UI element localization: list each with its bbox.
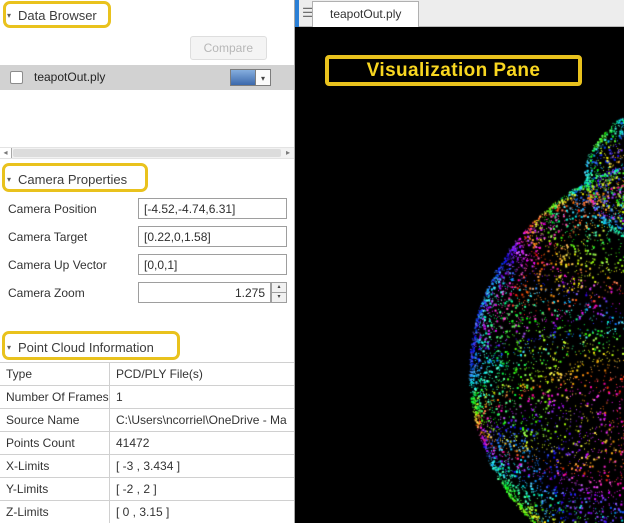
scroll-right-icon[interactable]: ▸ xyxy=(282,148,294,158)
document-tab[interactable]: teapotOut.ply xyxy=(312,1,420,27)
field-label: Camera Target xyxy=(8,230,88,244)
item-checkbox[interactable] xyxy=(10,71,23,84)
table-row: Z-Limits [ 0 , 3.15 ] xyxy=(0,501,294,523)
item-label: teapotOut.ply xyxy=(34,70,106,84)
point-cloud-viewer-app: ▾ Data Browser Compare teapotOut.ply ▾ ◂… xyxy=(0,0,624,523)
scroll-left-icon[interactable]: ◂ xyxy=(0,148,12,158)
point-cloud-information-header[interactable]: ▾ Point Cloud Information xyxy=(0,335,294,359)
visualization-pane-annotation: Visualization Pane xyxy=(325,55,582,86)
scrollbar-thumb[interactable] xyxy=(13,149,281,157)
spinner-down-button[interactable]: ▾ xyxy=(271,292,287,303)
compare-button[interactable]: Compare xyxy=(189,36,267,60)
table-row: Source Name C:\Users\ncorriel\OneDrive -… xyxy=(0,409,294,432)
data-browser-header[interactable]: ▾ Data Browser xyxy=(0,3,294,27)
data-browser-title: Data Browser xyxy=(18,7,97,23)
row-label: Source Name xyxy=(0,409,110,431)
zoom-spinner: ▴ ▾ xyxy=(271,282,287,303)
row-label: Points Count xyxy=(0,432,110,454)
chevron-down-icon: ▾ xyxy=(260,74,265,83)
camera-position-input[interactable] xyxy=(138,198,287,219)
point-cloud-info-table: Type PCD/PLY File(s) Number Of Frames 1 … xyxy=(0,362,294,523)
row-label: Y-Limits xyxy=(0,478,110,500)
table-row: Number Of Frames 1 xyxy=(0,386,294,409)
row-value: 1 xyxy=(116,390,123,404)
row-value: PCD/PLY File(s) xyxy=(116,367,203,381)
visualization-pane-annotation-text: Visualization Pane xyxy=(366,59,541,81)
point-cloud-list-item[interactable]: teapotOut.ply ▾ xyxy=(0,65,294,90)
field-label: Camera Zoom xyxy=(8,286,85,300)
row-value: C:\Users\ncorriel\OneDrive - Ma xyxy=(116,413,287,427)
row-value: [ 0 , 3.15 ] xyxy=(116,505,170,519)
horizontal-scrollbar[interactable]: ◂ ▸ xyxy=(0,147,294,159)
point-cloud-information-title: Point Cloud Information xyxy=(18,339,154,355)
camera-target-field: Camera Target xyxy=(0,226,295,250)
camera-up-vector-input[interactable] xyxy=(138,254,287,275)
field-label: Camera Up Vector xyxy=(8,258,107,272)
row-value: [ -3 , 3.434 ] xyxy=(116,459,181,473)
camera-zoom-input[interactable] xyxy=(138,282,271,303)
row-value: 41472 xyxy=(116,436,150,450)
collapse-arrow-icon: ▾ xyxy=(7,174,12,184)
color-swatch-group: ▾ xyxy=(230,69,271,86)
row-value: [ -2 , 2 ] xyxy=(116,482,157,496)
visualization-pane: ☰ teapotOut.ply Visualization Pane xyxy=(295,0,624,523)
row-label: Number Of Frames xyxy=(0,386,110,408)
camera-target-input[interactable] xyxy=(138,226,287,247)
row-label: X-Limits xyxy=(0,455,110,477)
field-label: Camera Position xyxy=(8,202,97,216)
table-row: Y-Limits [ -2 , 2 ] xyxy=(0,478,294,501)
document-tab-bar: ☰ teapotOut.ply xyxy=(295,0,624,27)
color-swatch[interactable] xyxy=(230,69,256,86)
tab-label: teapotOut.ply xyxy=(330,7,402,21)
collapse-arrow-icon: ▾ xyxy=(7,10,12,20)
row-label: Type xyxy=(0,363,110,385)
table-row: Type PCD/PLY File(s) xyxy=(0,363,294,386)
table-row: Points Count 41472 xyxy=(0,432,294,455)
swatch-dropdown-button[interactable]: ▾ xyxy=(256,69,271,86)
point-cloud-canvas[interactable] xyxy=(295,27,624,523)
camera-properties-header[interactable]: ▾ Camera Properties xyxy=(0,167,294,191)
row-label: Z-Limits xyxy=(0,501,110,523)
collapse-arrow-icon: ▾ xyxy=(7,342,12,352)
camera-zoom-field: Camera Zoom ▴ ▾ xyxy=(0,282,295,306)
table-row: X-Limits [ -3 , 3.434 ] xyxy=(0,455,294,478)
camera-up-vector-field: Camera Up Vector xyxy=(0,254,295,278)
active-tab-accent xyxy=(295,0,299,27)
camera-position-field: Camera Position xyxy=(0,198,295,222)
camera-properties-title: Camera Properties xyxy=(18,171,128,187)
data-browser-panel: ▾ Data Browser Compare teapotOut.ply ▾ ◂… xyxy=(0,0,295,523)
